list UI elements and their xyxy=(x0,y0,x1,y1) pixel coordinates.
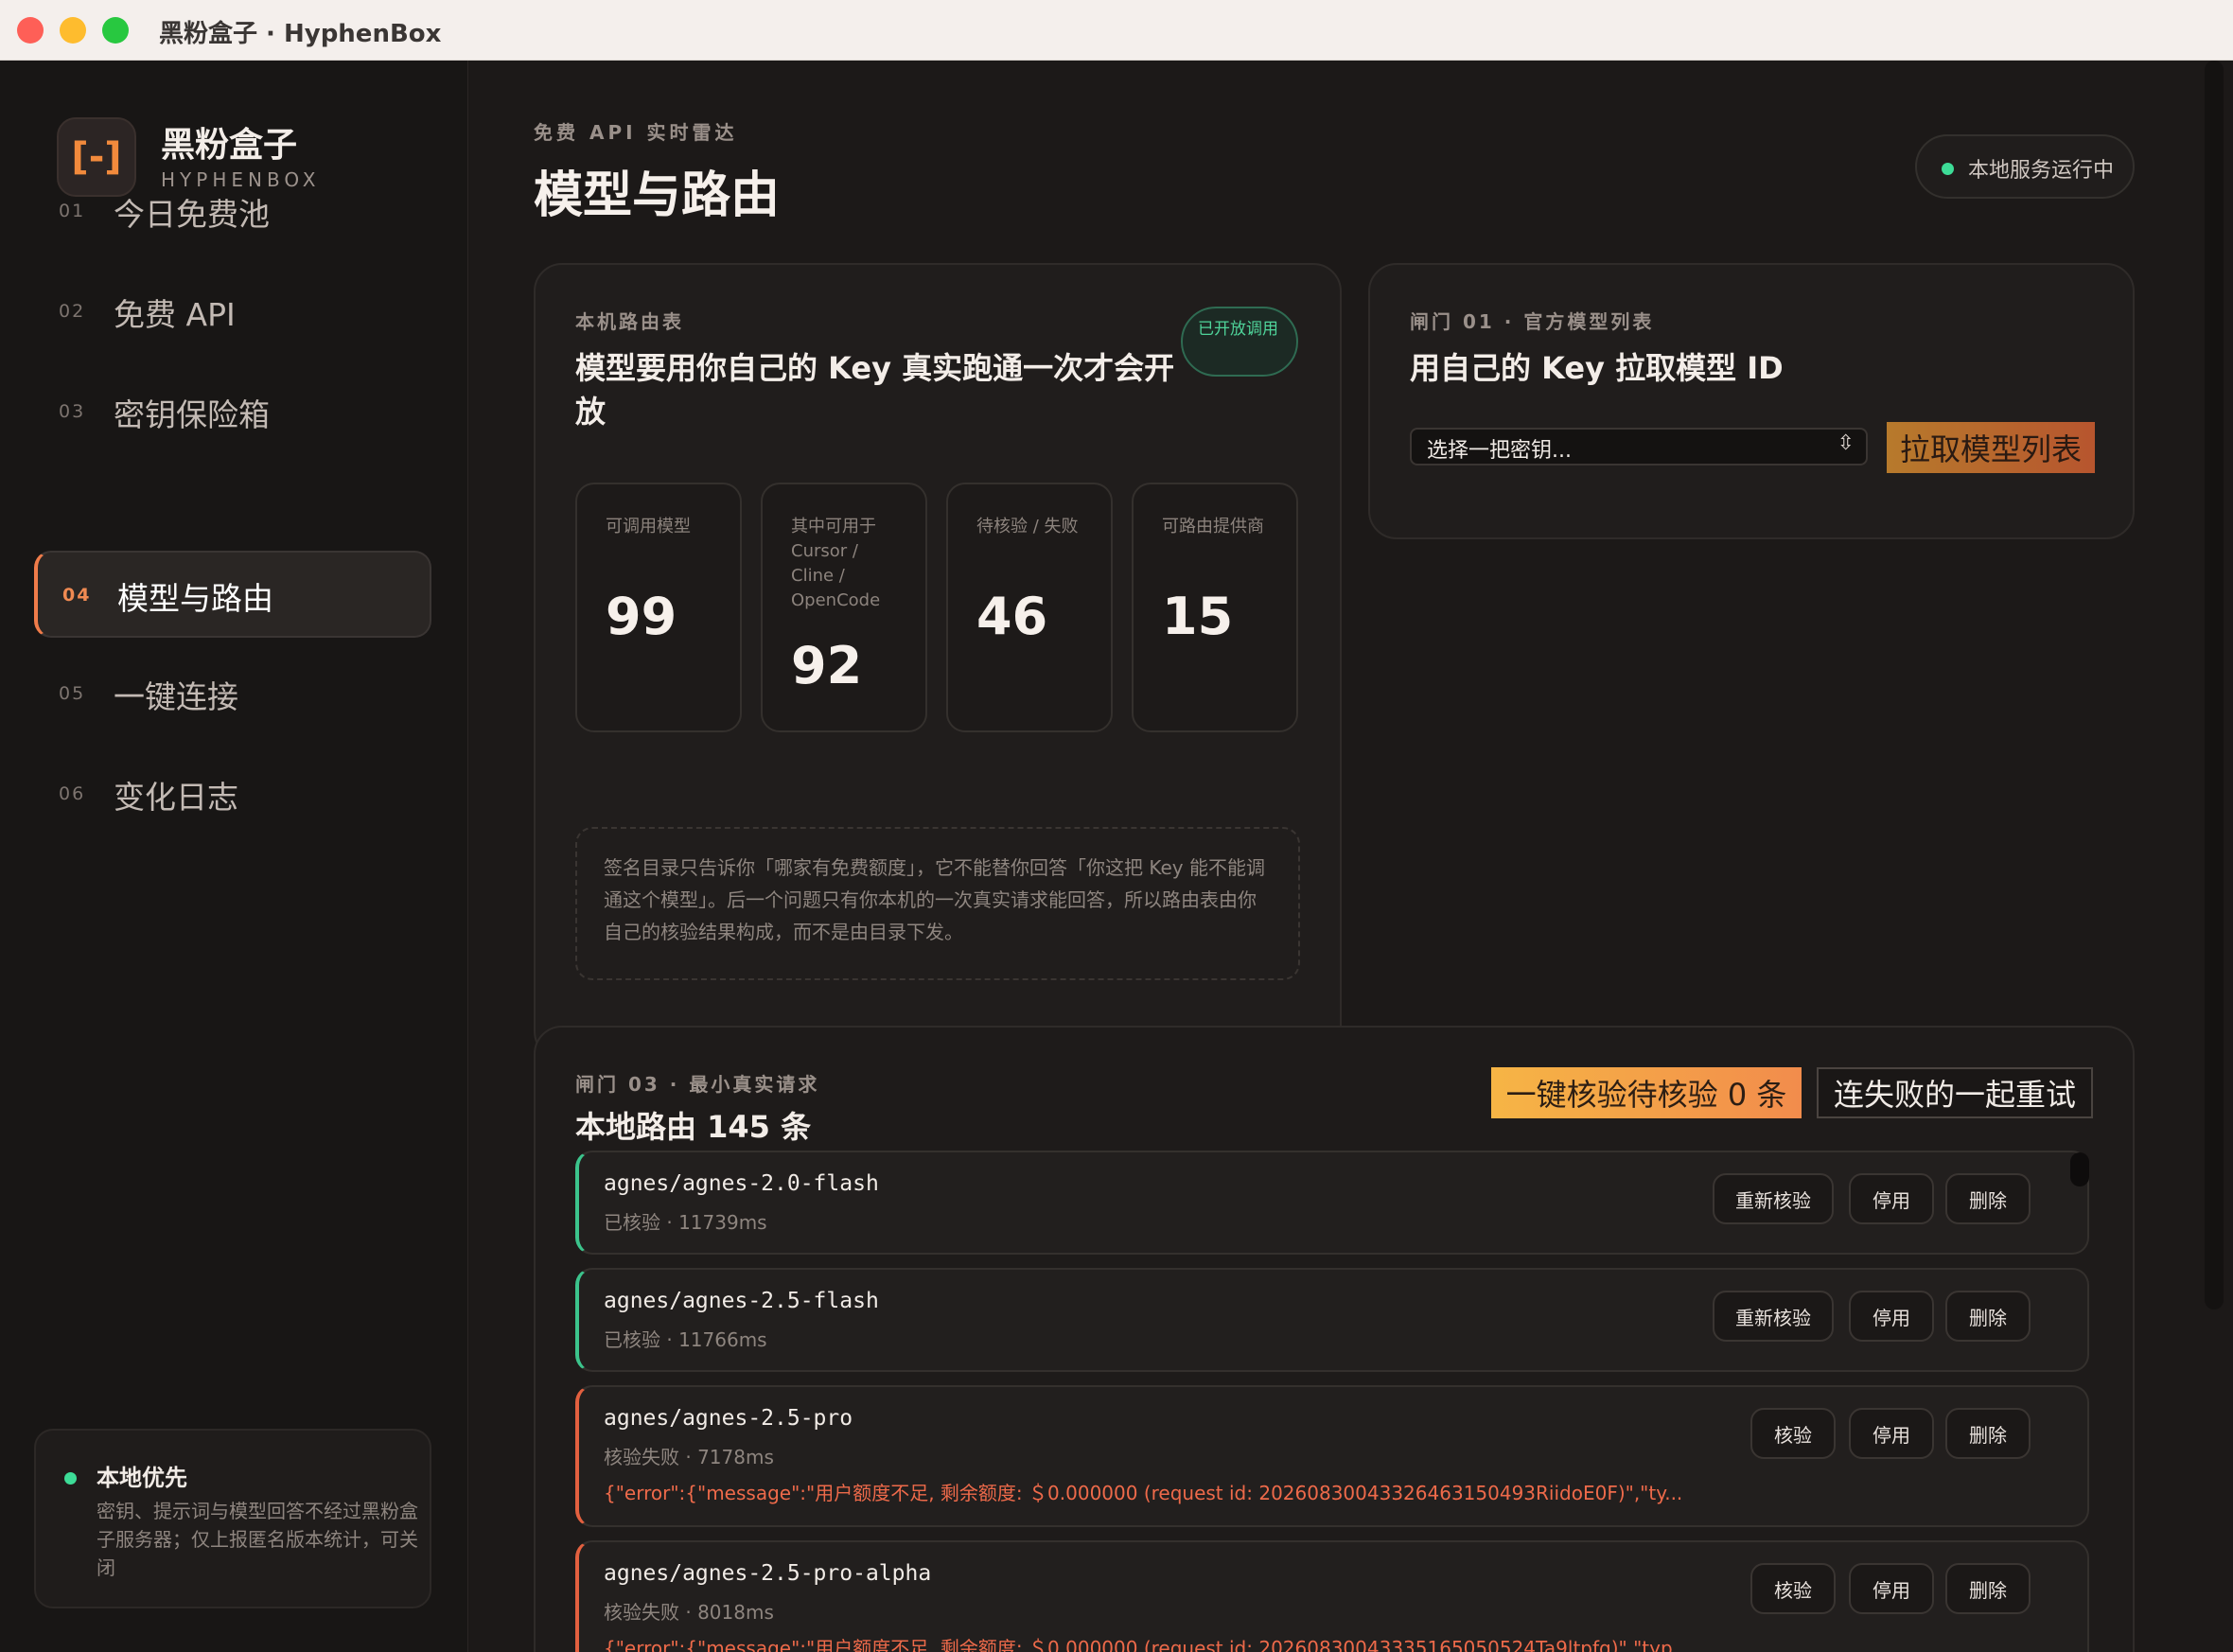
route-table-card: 本机路由表 模型要用你自己的 Key 真实跑通一次才会开放 已开放调用 可调用模… xyxy=(534,263,1342,1060)
card-eyebrow: 闸门 03 · 最小真实请求 xyxy=(575,1073,820,1096)
stat-label: 可路由提供商 xyxy=(1162,517,1264,536)
disable-button[interactable]: 停用 xyxy=(1849,1408,1934,1459)
close-window-button[interactable] xyxy=(17,17,44,44)
verify-button[interactable]: 核验 xyxy=(1750,1408,1836,1459)
select-updown-icon: ⇳ xyxy=(1837,431,1855,455)
sidebar-item-label: 变化日志 xyxy=(114,779,238,816)
key-select[interactable]: 选择一把密钥... ⇳ xyxy=(1410,428,1868,466)
stat-card-providers: 可路由提供商 15 xyxy=(1132,483,1298,732)
sidebar-item-number: 03 xyxy=(59,401,86,422)
local-first-description: 密钥、提示词与模型回答不经过黑粉盒子服务器；仅上报匿名版本统计，可关闭 xyxy=(97,1500,418,1579)
status-badge: 已开放调用 xyxy=(1181,307,1298,377)
sidebar-item-label: 今日免费池 xyxy=(114,196,270,233)
stat-label: 其中可用于 Cursor / Cline / OpenCode xyxy=(791,517,881,610)
stat-value: 46 xyxy=(976,587,1048,646)
service-status-badge: 本地服务运行中 xyxy=(1915,134,2135,199)
disable-button[interactable]: 停用 xyxy=(1849,1563,1934,1614)
stat-value: 15 xyxy=(1162,587,1234,646)
sidebar-item-label: 模型与路由 xyxy=(117,580,273,617)
delete-button[interactable]: 删除 xyxy=(1945,1291,2031,1342)
card-title: 用自己的 Key 拉取模型 ID xyxy=(1410,350,1784,386)
title-bar: 黑粉盒子 · HyphenBox xyxy=(0,0,2233,61)
sidebar-item-number: 05 xyxy=(59,683,86,704)
key-select-value: 选择一把密钥... xyxy=(1427,439,1572,463)
sidebar-item-key-vault[interactable]: 03 密钥保险箱 xyxy=(34,369,431,456)
verify-all-pending-button[interactable]: 一键核验待核验 0 条 xyxy=(1491,1067,1802,1118)
sidebar-item-number: 02 xyxy=(59,301,86,322)
pull-models-button[interactable]: 拉取模型列表 xyxy=(1887,422,2095,473)
app-window: 黑粉盒子 · HyphenBox [-] 黑粉盒子 HYPHENBOX 01 今… xyxy=(0,0,2233,1652)
verify-button[interactable]: 核验 xyxy=(1750,1563,1836,1614)
sidebar-item-number: 04 xyxy=(62,585,92,606)
route-row: agnes/agnes-2.0-flash 已核验 · 11739ms 重新核验… xyxy=(575,1151,2089,1255)
sidebar-item-one-click-connect[interactable]: 05 一键连接 xyxy=(34,651,431,738)
status-dot-icon xyxy=(64,1472,77,1485)
explanation-note: 签名目录只告诉你「哪家有免费额度」，它不能替你回答「你这把 Key 能不能调通这… xyxy=(575,827,1300,980)
route-meta: 已核验 · 11739ms xyxy=(604,1211,767,1234)
stat-value: 92 xyxy=(791,636,863,695)
sidebar: [-] 黑粉盒子 HYPHENBOX 01 今日免费池 02 免费 API 03… xyxy=(0,61,468,1652)
card-eyebrow: 本机路由表 xyxy=(575,310,684,333)
status-dot-icon xyxy=(1942,163,1954,175)
delete-button[interactable]: 删除 xyxy=(1945,1563,2031,1614)
sidebar-item-label: 免费 API xyxy=(114,296,236,333)
main-content: 免费 API 实时雷达 模型与路由 本地服务运行中 本机路由表 模型要用你自己的… xyxy=(469,61,2233,1652)
stat-card-pending-failed: 待核验 / 失败 46 xyxy=(946,483,1113,732)
retry-with-failed-button[interactable]: 连失败的一起重试 xyxy=(1817,1067,2093,1118)
stat-card-ide-compatible: 其中可用于 Cursor / Cline / OpenCode 92 xyxy=(761,483,927,732)
card-title: 本地路由 145 条 xyxy=(575,1109,812,1145)
route-model-name: agnes/agnes-2.5-pro-alpha xyxy=(604,1561,932,1586)
window-title: 黑粉盒子 · HyphenBox xyxy=(159,20,442,48)
sidebar-item-number: 01 xyxy=(59,201,86,221)
sidebar-item-free-pool[interactable]: 01 今日免费池 xyxy=(34,168,431,255)
delete-button[interactable]: 删除 xyxy=(1945,1173,2031,1224)
page-title: 模型与路由 xyxy=(534,167,781,224)
sidebar-item-number: 06 xyxy=(59,783,86,804)
brand-name: 黑粉盒子 xyxy=(161,126,298,165)
route-model-name: agnes/agnes-2.0-flash xyxy=(604,1171,879,1196)
sidebar-item-free-api[interactable]: 02 免费 API xyxy=(34,269,431,356)
gate-01-card: 闸门 01 · 官方模型列表 用自己的 Key 拉取模型 ID 选择一把密钥..… xyxy=(1368,263,2135,539)
service-status-text: 本地服务运行中 xyxy=(1968,159,2115,183)
local-first-title: 本地优先 xyxy=(97,1465,187,1491)
page-eyebrow: 免费 API 实时雷达 xyxy=(534,121,738,144)
card-title: 模型要用你自己的 Key 真实跑通一次才会开放 xyxy=(575,350,1175,430)
sidebar-item-label: 一键连接 xyxy=(114,678,238,715)
window-scrollbar[interactable] xyxy=(2205,61,2224,1309)
local-first-card: 本地优先 密钥、提示词与模型回答不经过黑粉盒子服务器；仅上报匿名版本统计，可关闭 xyxy=(34,1429,431,1608)
route-model-name: agnes/agnes-2.5-pro xyxy=(604,1406,853,1431)
route-error-message: {"error":{"message":"用户额度不足, 剩余额度: ＄0.00… xyxy=(604,1637,1691,1652)
route-row: agnes/agnes-2.5-pro-alpha 核验失败 · 8018ms … xyxy=(575,1540,2089,1652)
stat-label: 待核验 / 失败 xyxy=(976,517,1079,536)
route-row: agnes/agnes-2.5-pro 核验失败 · 7178ms {"erro… xyxy=(575,1385,2089,1527)
route-model-name: agnes/agnes-2.5-flash xyxy=(604,1289,879,1313)
reverify-button[interactable]: 重新核验 xyxy=(1713,1173,1834,1224)
sidebar-item-label: 密钥保险箱 xyxy=(114,396,270,433)
route-meta: 核验失败 · 8018ms xyxy=(604,1601,774,1624)
card-eyebrow: 闸门 01 · 官方模型列表 xyxy=(1410,310,1655,333)
sidebar-item-changelog[interactable]: 06 变化日志 xyxy=(34,751,431,838)
disable-button[interactable]: 停用 xyxy=(1849,1173,1934,1224)
delete-button[interactable]: 删除 xyxy=(1945,1408,2031,1459)
disable-button[interactable]: 停用 xyxy=(1849,1291,1934,1342)
stat-label: 可调用模型 xyxy=(606,517,691,536)
route-list-scrollbar[interactable] xyxy=(2070,1152,2089,1186)
stat-value: 99 xyxy=(606,587,677,646)
stat-card-callable-models: 可调用模型 99 xyxy=(575,483,742,732)
route-meta: 核验失败 · 7178ms xyxy=(604,1446,774,1468)
route-error-message: {"error":{"message":"用户额度不足, 剩余额度: ＄0.00… xyxy=(604,1482,1683,1504)
minimize-window-button[interactable] xyxy=(60,17,86,44)
route-row: agnes/agnes-2.5-flash 已核验 · 11766ms 重新核验… xyxy=(575,1268,2089,1372)
gate-03-card: 闸门 03 · 最小真实请求 本地路由 145 条 一键核验待核验 0 条 连失… xyxy=(534,1026,2135,1652)
sidebar-item-models-routes[interactable]: 04 模型与路由 xyxy=(34,551,431,638)
reverify-button[interactable]: 重新核验 xyxy=(1713,1291,1834,1342)
route-meta: 已核验 · 11766ms xyxy=(604,1328,767,1351)
zoom-window-button[interactable] xyxy=(102,17,129,44)
